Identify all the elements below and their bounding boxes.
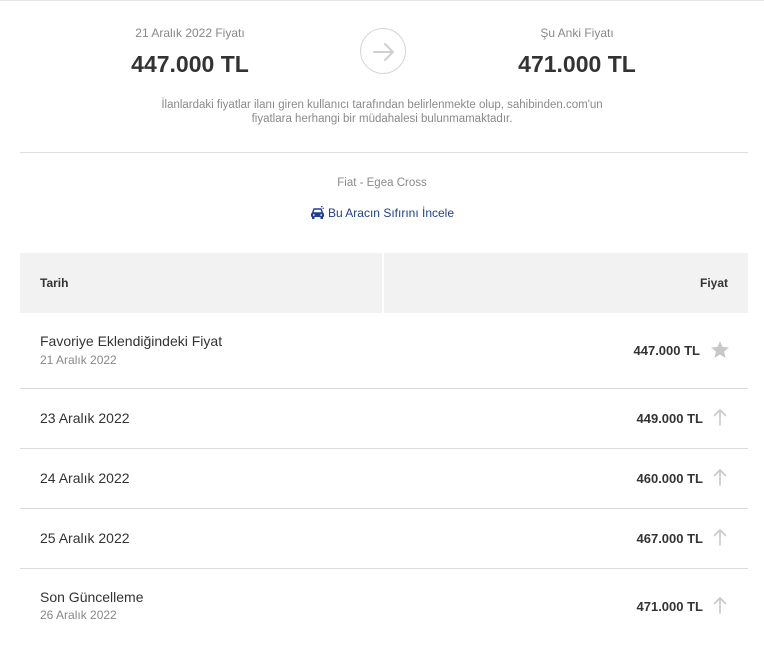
table-row: Favoriye Eklendiğindeki Fiyat 21 Aralık … [20,313,748,389]
current-price-value: 471.000 TL [518,51,636,77]
car-icon [310,205,324,219]
arrow-up-icon [713,597,727,614]
row-price: 449.000 TL [636,411,704,426]
row-price: 467.000 TL [636,531,704,546]
vehicle-model: Fiat - Egea Cross [337,177,427,189]
column-separator [382,253,384,313]
row-title: 23 Aralık 2022 [40,410,130,426]
price-history-table-header: Tarih Fiyat [20,253,748,313]
current-price-label: Şu Anki Fiyatı [540,26,614,40]
disclaimer-line-2: fiyatlara herhangi bir müdahalesi bulunm… [251,113,513,125]
column-header-date: Tarih [40,276,69,290]
row-title: 24 Aralık 2022 [40,470,130,486]
arrow-up-icon [713,529,727,546]
view-new-vehicle-label: Bu Aracın Sıfırını İncele [327,206,455,220]
divider [20,152,748,153]
row-price: 460.000 TL [636,471,704,486]
table-row: 25 Aralık 2022 467.000 TL [20,509,748,569]
disclaimer: İlanlardaki fiyatlar ilanı giren kullanı… [120,98,644,126]
star-icon[interactable] [710,340,730,360]
column-header-price: Fiyat [699,276,728,290]
row-price: 447.000 TL [633,343,701,358]
arrow-up-icon [713,469,727,486]
disclaimer-line-1: İlanlardaki fiyatlar ilanı giren kullanı… [161,99,603,111]
row-title: Favoriye Eklendiğindeki Fiyat [40,333,223,349]
row-date: 21 Aralık 2022 [40,353,117,367]
row-price: 471.000 TL [636,599,704,614]
old-price-label: 21 Aralık 2022 Fiyatı [135,26,245,40]
row-title: Son Güncelleme [40,589,144,605]
current-price-block: Şu Anki Fiyatı 471.000 TL [457,26,697,77]
table-row: Son Güncelleme 26 Aralık 2022 471.000 TL [20,569,748,641]
arrow-up-icon [713,409,727,426]
old-price-value: 447.000 TL [131,51,249,77]
view-new-vehicle-link[interactable]: Bu Aracın Sıfırını İncele [0,205,764,220]
arrow-right-icon [360,28,406,74]
row-date: 26 Aralık 2022 [40,608,117,622]
top-border [0,0,764,1]
table-row: 23 Aralık 2022 449.000 TL [20,389,748,449]
old-price-block: 21 Aralık 2022 Fiyatı 447.000 TL [70,26,310,77]
table-row: 24 Aralık 2022 460.000 TL [20,449,748,509]
row-title: 25 Aralık 2022 [40,530,130,546]
